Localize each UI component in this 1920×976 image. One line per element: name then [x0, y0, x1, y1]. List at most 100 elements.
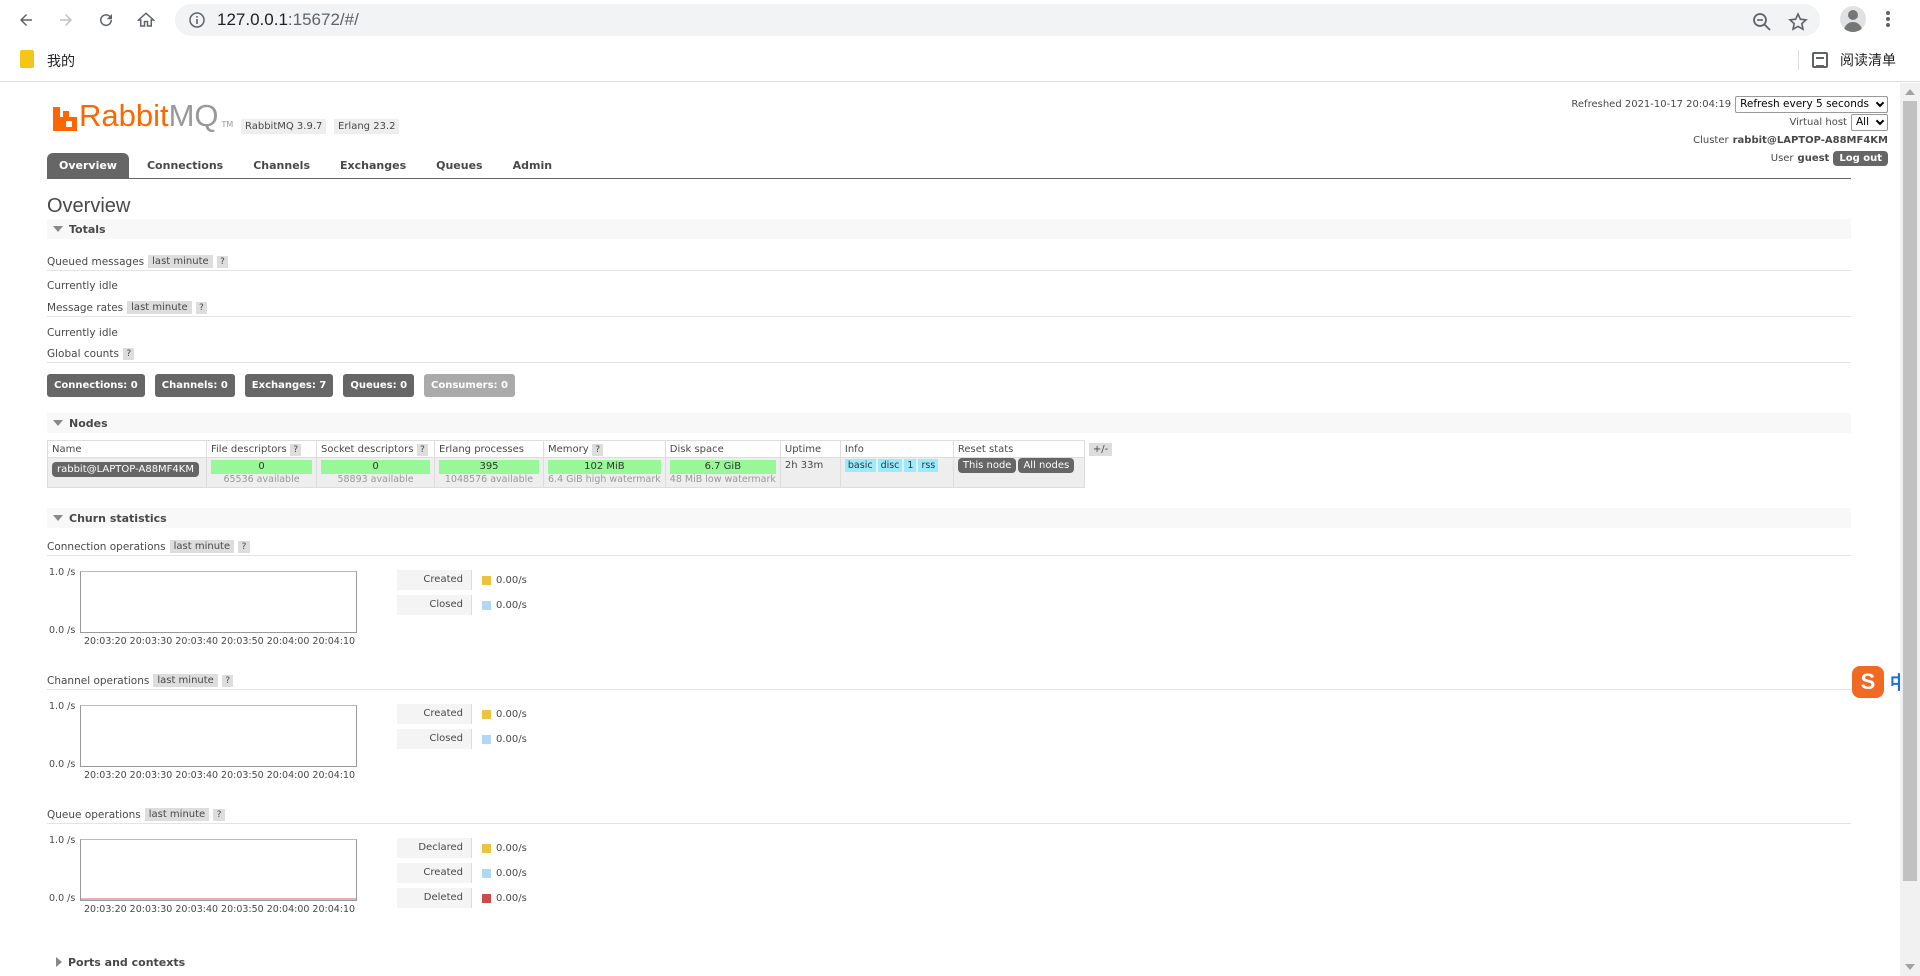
fd-available: 65536 available: [223, 474, 300, 485]
sd-bar: 0: [321, 460, 430, 474]
bookmark-folder-label[interactable]: 我的: [47, 51, 75, 71]
scroll-up-icon[interactable]: [1905, 89, 1915, 95]
chevron-down-icon: [1875, 116, 1885, 125]
chevron-down-icon: [1875, 98, 1885, 107]
help-icon[interactable]: ?: [416, 443, 429, 456]
y-axis-min: 0.0 /s: [49, 625, 76, 636]
vhost-label: Virtual host: [1789, 116, 1847, 128]
nodes-section-header[interactable]: Nodes: [47, 413, 1851, 433]
reset-stats-cell: This node All nodes: [952, 457, 1085, 488]
legend-row[interactable]: Declared 0.00/s: [397, 837, 527, 859]
collapse-triangle-icon: [53, 515, 63, 521]
sogou-logo-icon: S: [1852, 666, 1884, 698]
rabbitmq-logo[interactable]: RabbitMQ TM: [53, 98, 233, 133]
queues-count-button[interactable]: Queues: 0: [343, 374, 415, 397]
reload-icon[interactable]: [94, 8, 118, 32]
erlang-badge: Erlang 23.2: [334, 119, 400, 134]
legend-row[interactable]: Deleted 0.00/s: [397, 887, 527, 909]
x-axis-ticks: 20:03:20 20:03:30 20:03:40 20:03:50 20:0…: [84, 904, 356, 915]
scroll-down-icon[interactable]: [1905, 964, 1915, 970]
column-header: File descriptors ?: [206, 440, 317, 458]
column-header: Info: [839, 440, 954, 458]
queue-operations-chart: 1.0 /s 0.0 /s 20:03:20 20:03:30 20:03:40…: [47, 835, 387, 919]
profile-avatar-icon[interactable]: [1840, 6, 1866, 32]
range-selector[interactable]: last minute: [127, 301, 192, 314]
bookmark-star-icon[interactable]: [1788, 12, 1808, 32]
tab-overview[interactable]: Overview: [47, 153, 129, 178]
legend-row[interactable]: Created 0.00/s: [397, 569, 527, 591]
help-icon[interactable]: ?: [221, 674, 234, 687]
back-icon[interactable]: [14, 8, 38, 32]
column-header: Reset stats: [952, 440, 1085, 458]
y-axis-min: 0.0 /s: [49, 893, 76, 904]
vertical-scrollbar[interactable]: [1900, 83, 1920, 976]
legend-swatch: [482, 843, 491, 853]
churn-section-header[interactable]: Churn statistics: [47, 508, 1851, 528]
reset-this-node-button[interactable]: This node: [957, 458, 1017, 473]
browser-menu-icon[interactable]: [1882, 8, 1894, 30]
info-icon[interactable]: [189, 12, 205, 28]
reading-list-button[interactable]: 阅读清单: [1812, 50, 1896, 70]
consumers-count-button[interactable]: Consumers: 0: [424, 374, 515, 397]
zoom-icon[interactable]: [1752, 12, 1772, 32]
legend-row[interactable]: Created 0.00/s: [397, 703, 527, 725]
totals-section-header[interactable]: Totals: [47, 219, 1851, 239]
x-axis-ticks: 20:03:20 20:03:30 20:03:40 20:03:50 20:0…: [84, 636, 356, 647]
exchanges-count-button[interactable]: Exchanges: 7: [244, 374, 334, 397]
toggle-columns-button[interactable]: +/-: [1084, 440, 1117, 458]
help-icon[interactable]: ?: [591, 443, 604, 456]
refresh-interval-select[interactable]: Refresh every 5 seconds: [1735, 95, 1888, 113]
page-title: Overview: [47, 195, 131, 217]
scrollbar-thumb[interactable]: [1903, 101, 1917, 881]
cluster-name: rabbit@LAPTOP-A88MF4KM: [1732, 134, 1888, 146]
cluster-label: Cluster: [1693, 134, 1729, 146]
tab-admin[interactable]: Admin: [501, 153, 564, 178]
ports-section-header[interactable]: Ports and contexts: [47, 952, 1851, 972]
folder-icon[interactable]: [20, 50, 34, 68]
connection-operations-header: Connection operations last minute ?: [47, 538, 1851, 556]
range-selector[interactable]: last minute: [169, 540, 235, 553]
help-icon[interactable]: ?: [216, 255, 229, 268]
legend-row[interactable]: Closed 0.00/s: [397, 728, 527, 750]
uptime-cell: 2h 33m: [779, 457, 841, 488]
home-icon[interactable]: [134, 8, 158, 32]
disk-watermark: 48 MiB low watermark: [669, 474, 776, 485]
column-header: Erlang processes: [434, 440, 544, 458]
deleted-series-line: [81, 898, 356, 900]
node-name-link[interactable]: rabbit@LAPTOP-A88MF4KM: [52, 462, 199, 477]
vhost-select[interactable]: All: [1850, 113, 1888, 131]
range-selector[interactable]: last minute: [153, 674, 218, 687]
range-selector[interactable]: last minute: [148, 255, 213, 268]
range-selector[interactable]: last minute: [144, 808, 210, 821]
memory-watermark: 6.4 GiB high watermark: [548, 474, 661, 485]
tab-connections[interactable]: Connections: [135, 153, 235, 178]
address-bar[interactable]: 127.0.0.1:15672/#/: [175, 4, 1820, 36]
column-header: Socket descriptors ?: [316, 440, 435, 458]
y-axis-min: 0.0 /s: [49, 759, 76, 770]
queue-operations-legend: Declared 0.00/s Created 0.00/s Deleted 0.00…: [397, 837, 527, 912]
logo-text-rabbit: Rabbit: [79, 98, 169, 133]
help-icon[interactable]: ?: [195, 301, 208, 314]
legend-row[interactable]: Created 0.00/s: [397, 862, 527, 884]
channel-operations-chart: 1.0 /s 0.0 /s 20:03:20 20:03:30 20:03:40…: [47, 701, 387, 785]
chart-plot-area: [80, 839, 357, 901]
column-header: Disk space: [664, 440, 781, 458]
tab-exchanges[interactable]: Exchanges: [328, 153, 418, 178]
help-icon[interactable]: ?: [238, 540, 250, 553]
connections-count-button[interactable]: Connections: 0: [47, 374, 145, 397]
tab-channels[interactable]: Channels: [241, 153, 322, 178]
info-cell: basic disc 1 rss: [839, 457, 954, 488]
queued-messages-header: Queued messages last minute ?: [47, 253, 1851, 271]
legend-swatch: [482, 575, 491, 585]
table-row: rabbit@LAPTOP-A88MF4KM 0 65536 available …: [47, 457, 1117, 488]
y-axis-max: 1.0 /s: [49, 567, 76, 578]
channels-count-button[interactable]: Channels: 0: [154, 374, 235, 397]
help-icon[interactable]: ?: [289, 443, 302, 456]
legend-row[interactable]: Closed 0.00/s: [397, 594, 527, 616]
reset-all-nodes-button[interactable]: All nodes: [1018, 458, 1075, 473]
forward-icon[interactable]: [54, 8, 78, 32]
tab-queues[interactable]: Queues: [424, 153, 494, 178]
help-icon[interactable]: ?: [122, 347, 135, 360]
help-icon[interactable]: ?: [213, 808, 225, 821]
ime-indicator[interactable]: S 中: [1852, 666, 1900, 698]
